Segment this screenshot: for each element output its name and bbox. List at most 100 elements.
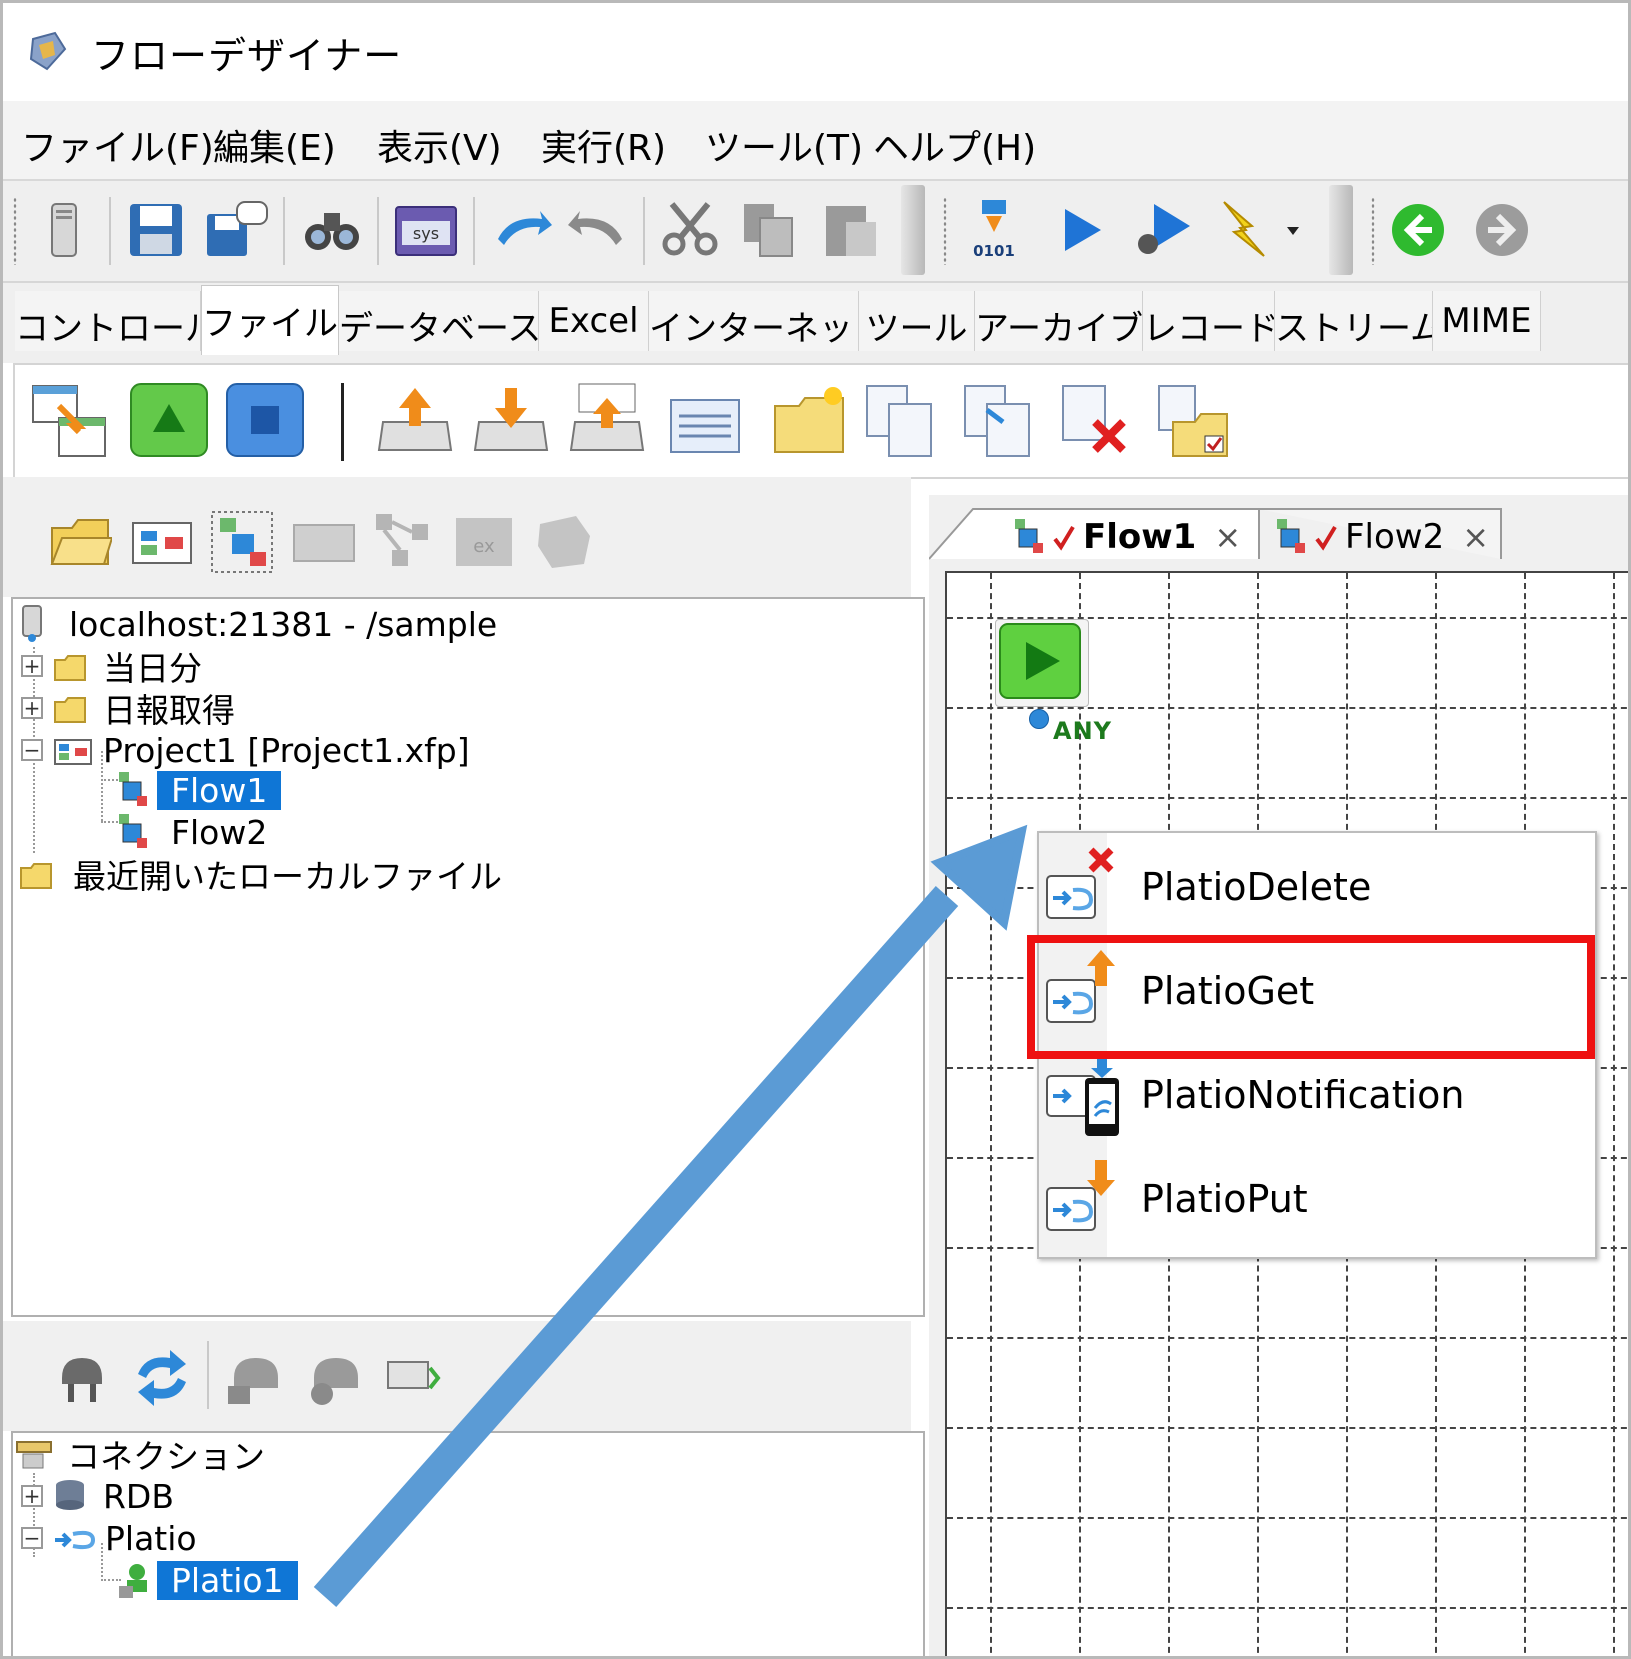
main-toolbar: sys 0101 bbox=[3, 181, 1628, 283]
tree-project[interactable]: − Project1 [Project1.xfp] bbox=[21, 729, 470, 771]
binoculars-icon[interactable] bbox=[297, 195, 367, 265]
title-bar: フローデザイナー bbox=[3, 3, 1628, 101]
tree-flow1[interactable]: Flow1 bbox=[117, 769, 282, 811]
collapse-icon[interactable]: − bbox=[21, 1527, 43, 1549]
new-folder-icon[interactable] bbox=[767, 379, 851, 463]
binary-compile-icon[interactable]: 0101 bbox=[959, 195, 1029, 265]
back-icon[interactable] bbox=[1383, 195, 1453, 265]
trigger-icon[interactable] bbox=[1209, 195, 1279, 265]
tab-excel[interactable]: Excel bbox=[539, 291, 649, 351]
menu-item-platio-put[interactable]: PlatioPut bbox=[1039, 1149, 1591, 1249]
subflow-icon-disabled[interactable] bbox=[289, 507, 359, 577]
file-check-icon[interactable] bbox=[1149, 379, 1233, 463]
flow1-label-selected: Flow1 bbox=[157, 770, 282, 810]
server-icon bbox=[17, 604, 51, 644]
tab-file[interactable]: ファイル bbox=[201, 285, 339, 355]
sys-icon[interactable]: sys bbox=[391, 195, 461, 265]
file-upload-icon[interactable] bbox=[373, 379, 457, 463]
forward-icon[interactable] bbox=[1467, 195, 1537, 265]
table-upload-icon[interactable] bbox=[565, 379, 649, 463]
close-icon[interactable]: × bbox=[1462, 518, 1489, 556]
open-folder-icon[interactable] bbox=[45, 507, 115, 577]
plug-icon[interactable] bbox=[47, 1343, 117, 1413]
menu-edit[interactable]: 編集(E) bbox=[213, 119, 336, 171]
tree-connections-root[interactable]: コネクション bbox=[15, 1433, 265, 1476]
menu-item-platio-notification[interactable]: PlatioNotification bbox=[1039, 1045, 1591, 1145]
stop-component-icon[interactable] bbox=[223, 379, 307, 463]
file-list-icon[interactable] bbox=[663, 379, 747, 463]
tab-record[interactable]: レコード bbox=[1143, 291, 1275, 351]
tree-platio[interactable]: − Platio bbox=[21, 1517, 197, 1559]
connection-tree: コネクション + RDB − Platio Platio1 bbox=[11, 1431, 925, 1656]
tab-internet[interactable]: インターネット bbox=[649, 291, 859, 351]
project-tree: localhost:21381 - /sample + 当日分 + 日報取得 −… bbox=[11, 597, 925, 1317]
add-connection-icon-disabled[interactable] bbox=[221, 1343, 291, 1413]
run-icon[interactable] bbox=[1047, 195, 1117, 265]
debug-run-icon[interactable] bbox=[1127, 195, 1197, 265]
tab-control[interactable]: コントロール bbox=[15, 291, 201, 351]
highlight-box bbox=[1027, 935, 1595, 1059]
start-component[interactable] bbox=[995, 619, 1089, 707]
flow-tab-flow2[interactable]: Flow2 × bbox=[1273, 509, 1489, 565]
tab-tools[interactable]: ツール bbox=[859, 291, 975, 351]
svg-text:sys: sys bbox=[413, 224, 439, 243]
folder-icon bbox=[19, 859, 55, 889]
menu-tools[interactable]: ツール(T) bbox=[705, 119, 863, 171]
flow-tab-flow1[interactable]: Flow1 × bbox=[1011, 509, 1241, 565]
file-move-icon[interactable] bbox=[955, 379, 1039, 463]
map-icon-disabled[interactable] bbox=[529, 507, 599, 577]
menu-item-platio-delete[interactable]: PlatioDelete bbox=[1039, 837, 1591, 937]
copy-icon[interactable] bbox=[733, 195, 803, 265]
tab-archive[interactable]: アーカイブ bbox=[975, 291, 1143, 351]
tab-stream[interactable]: ストリーム bbox=[1275, 291, 1433, 351]
file-convert-icon[interactable] bbox=[27, 379, 111, 463]
expand-icon[interactable]: + bbox=[21, 1485, 43, 1507]
file-delete-icon[interactable] bbox=[1051, 379, 1135, 463]
undo-icon[interactable] bbox=[487, 195, 557, 265]
file-download-icon[interactable] bbox=[469, 379, 553, 463]
tree-recent-files[interactable]: 最近開いたローカルファイル bbox=[19, 853, 502, 896]
tree-folder-daily-report[interactable]: + 日報取得 bbox=[21, 687, 235, 730]
paste-icon[interactable] bbox=[815, 195, 885, 265]
project-icon[interactable] bbox=[127, 507, 197, 577]
expand-icon[interactable]: + bbox=[21, 655, 43, 677]
start-component-icon[interactable] bbox=[127, 379, 211, 463]
file-copy-icon[interactable] bbox=[857, 379, 941, 463]
tree-platio1[interactable]: Platio1 bbox=[117, 1559, 298, 1601]
flow-icon[interactable] bbox=[207, 507, 277, 577]
collapse-icon[interactable]: − bbox=[21, 739, 43, 761]
remove-connection-icon-disabled[interactable] bbox=[301, 1343, 371, 1413]
tree-graph-icon-disabled[interactable] bbox=[369, 507, 439, 577]
folder-label: 日報取得 bbox=[103, 691, 235, 730]
menu-bar: ファイル(F) 編集(E) 表示(V) 実行(R) ツール(T) ヘルプ(H) bbox=[3, 101, 1628, 181]
menu-help[interactable]: ヘルプ(H) bbox=[873, 119, 1036, 171]
close-icon[interactable]: × bbox=[1214, 518, 1241, 556]
dropdown-caret-icon[interactable] bbox=[1273, 195, 1313, 265]
rdb-label: RDB bbox=[103, 1476, 174, 1516]
connection-toolbar bbox=[3, 1321, 911, 1431]
flow-icon bbox=[117, 770, 153, 810]
save-icon[interactable] bbox=[121, 195, 191, 265]
menu-file[interactable]: ファイル(F) bbox=[21, 119, 214, 171]
tree-folder-today[interactable]: + 当日分 bbox=[21, 645, 202, 688]
server-icon[interactable] bbox=[29, 195, 99, 265]
redo-icon[interactable] bbox=[563, 195, 633, 265]
expand-icon[interactable]: + bbox=[21, 697, 43, 719]
flow2-label: Flow2 bbox=[171, 812, 268, 852]
project-label: Project1 [Project1.xfp] bbox=[103, 730, 470, 770]
tab-database[interactable]: データベース bbox=[339, 291, 539, 351]
tree-server[interactable]: localhost:21381 - /sample bbox=[17, 603, 497, 645]
cut-icon[interactable] bbox=[655, 195, 725, 265]
refresh-icon[interactable] bbox=[127, 1343, 197, 1413]
toolbar-grip[interactable] bbox=[13, 197, 17, 265]
menu-run[interactable]: 実行(R) bbox=[541, 119, 666, 171]
tab-mime[interactable]: MIME bbox=[1433, 291, 1541, 351]
folder-label: 当日分 bbox=[103, 649, 202, 688]
exception-icon-disabled[interactable]: ex bbox=[449, 507, 519, 577]
connection-test-icon[interactable] bbox=[381, 1343, 451, 1413]
save-as-icon[interactable] bbox=[201, 195, 271, 265]
menu-view[interactable]: 表示(V) bbox=[377, 119, 502, 171]
tree-flow2[interactable]: Flow2 bbox=[117, 811, 267, 853]
tree-rdb[interactable]: + RDB bbox=[21, 1475, 174, 1517]
port-dot-icon[interactable] bbox=[1029, 709, 1049, 729]
